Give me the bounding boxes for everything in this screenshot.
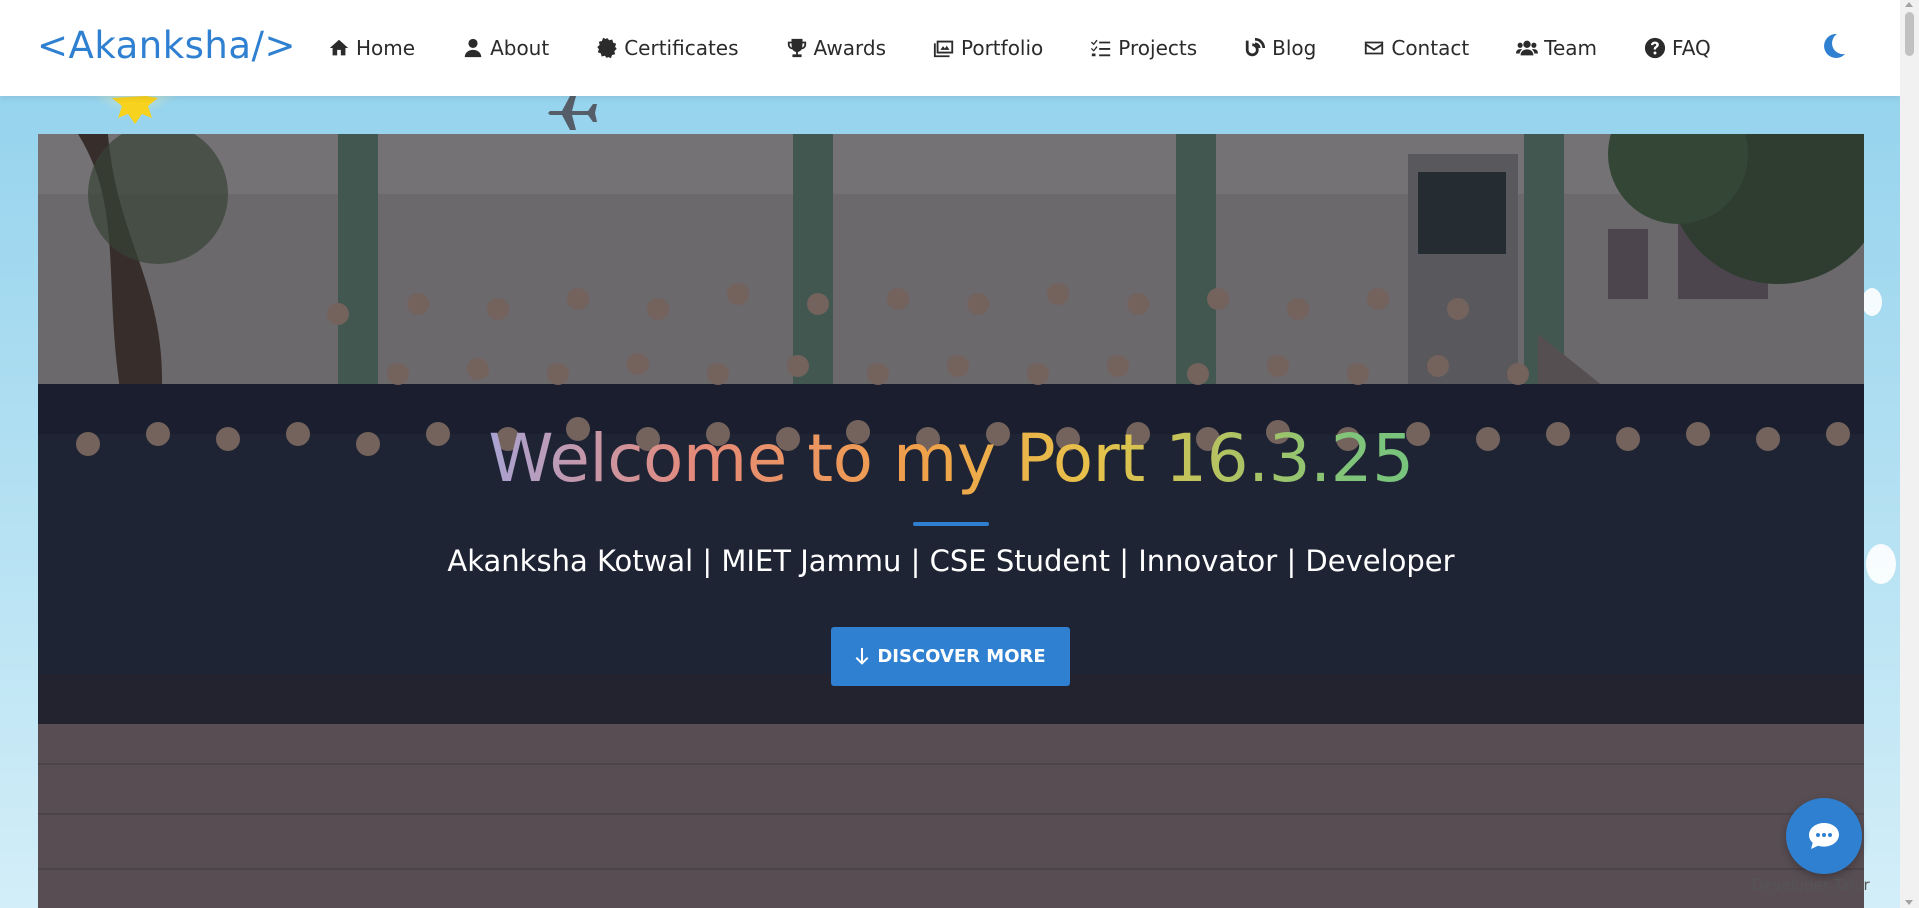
discover-more-label: DISCOVER MORE	[877, 646, 1046, 667]
trophy-icon	[787, 38, 806, 58]
nav-item-portfolio[interactable]: Portfolio	[933, 36, 1043, 60]
nav-item-contact[interactable]: Contact	[1363, 36, 1469, 60]
nav-item-label: Team	[1544, 36, 1598, 60]
theme-toggle-button[interactable]	[1818, 31, 1848, 61]
nav-item-label: Contact	[1391, 36, 1470, 60]
question-circle-icon	[1644, 37, 1666, 59]
nav-item-team[interactable]: Team	[1516, 36, 1597, 60]
hero-dark-overlay	[38, 134, 1864, 908]
nav-item-label: About	[490, 36, 550, 60]
user-icon	[464, 38, 482, 58]
nav-item-home[interactable]: Home	[328, 36, 415, 60]
images-icon	[933, 40, 954, 58]
envelope-icon	[1365, 41, 1384, 55]
arrow-down-icon	[855, 647, 869, 665]
nav-item-label: Certificates	[624, 36, 739, 60]
nav-item-awards[interactable]: Awards	[786, 36, 886, 60]
nav-item-label: FAQ	[1672, 36, 1711, 60]
navbar: <Akanksha/> Home About Certificates Awar…	[0, 0, 1900, 96]
scroll-down-arrow-icon[interactable]	[1905, 900, 1913, 905]
developer-credit: Developer Tahir	[1752, 876, 1870, 894]
scroll-thumb[interactable]	[1905, 12, 1914, 56]
nav-item-about[interactable]: About	[462, 36, 549, 60]
hero-section: Welcome to my Port 16.3.25 Akanksha Kotw…	[38, 134, 1864, 908]
chat-button[interactable]	[1786, 798, 1862, 874]
nav-item-faq[interactable]: FAQ	[1644, 36, 1711, 60]
airplane-icon	[548, 96, 597, 130]
blog-icon	[1245, 37, 1266, 57]
cloud-decoration	[1862, 288, 1882, 316]
nav-item-label: Awards	[813, 36, 886, 60]
nav-item-certificates[interactable]: Certificates	[596, 36, 739, 60]
nav-item-projects[interactable]: Projects	[1090, 36, 1197, 60]
hero-subtitle: Akanksha Kotwal | MIET Jammu | CSE Stude…	[447, 544, 1455, 578]
nav-item-label: Blog	[1272, 36, 1317, 60]
discover-more-button[interactable]: DISCOVER MORE	[831, 627, 1070, 686]
nav-item-label: Home	[356, 36, 416, 60]
title-underline	[913, 522, 989, 526]
users-icon	[1516, 40, 1539, 56]
home-icon	[329, 39, 349, 56]
nav-item-label: Portfolio	[961, 36, 1044, 60]
scroll-up-arrow-icon[interactable]	[1905, 2, 1913, 7]
page-scrollbar[interactable]	[1900, 0, 1919, 908]
chat-bubble-icon	[1809, 823, 1839, 849]
nav-item-blog[interactable]: Blog	[1244, 36, 1316, 60]
brand-logo[interactable]: <Akanksha/>	[37, 24, 296, 67]
hero-title: Welcome to my Port 16.3.25	[38, 420, 1864, 497]
certificate-icon	[597, 37, 617, 59]
nav-item-label: Projects	[1118, 36, 1198, 60]
nav-menu: Home About Certificates Awards Portfolio…	[328, 0, 1758, 96]
moon-icon	[1824, 33, 1845, 58]
tasks-icon	[1091, 39, 1111, 57]
cloud-decoration	[1866, 544, 1896, 584]
